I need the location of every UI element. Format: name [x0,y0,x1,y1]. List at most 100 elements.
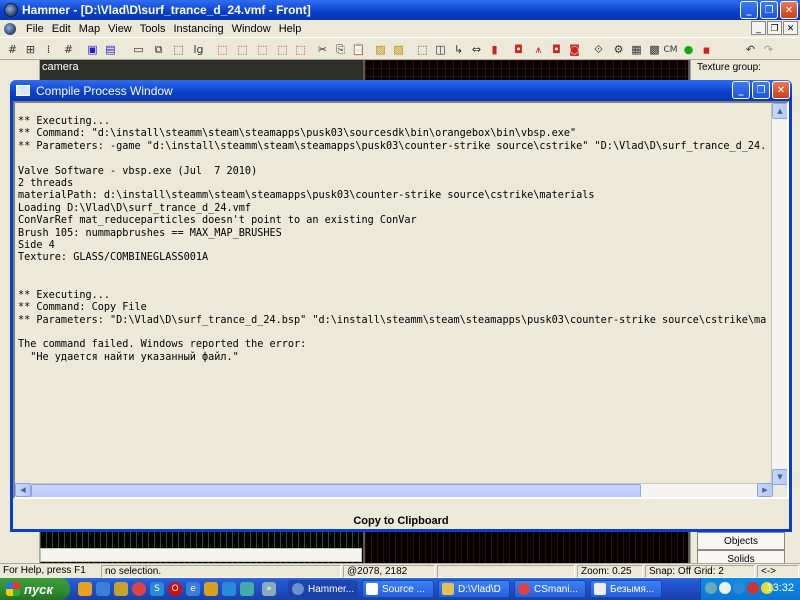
objects-button[interactable]: Objects [697,532,785,550]
copy-to-clipboard-button[interactable]: Copy to Clipboard [13,514,789,529]
grid-larger-icon[interactable]: # [60,41,77,58]
tray-network-icon[interactable] [705,582,717,594]
horizontal-scroll-thumb[interactable] [31,484,641,497]
box-red-1-icon[interactable]: ⬚ [214,41,231,58]
maximize-button[interactable]: ❐ [760,1,778,19]
scroll-right-icon[interactable]: ▶ [757,483,773,497]
task-paint[interactable]: Безымя... [590,580,662,598]
hazard-2-icon[interactable]: ▨ [390,41,407,58]
decal-icon[interactable]: ◙ [566,41,583,58]
task-explorer[interactable]: D:\Vlad\D [438,580,510,598]
vertex-icon[interactable]: ◘ [510,41,527,58]
quicklaunch-more-icon[interactable]: » [262,582,276,596]
menu-map[interactable]: Map [75,23,104,35]
select-icon[interactable]: ⬚ [414,41,431,58]
box-red-3-icon[interactable]: ⬚ [254,41,271,58]
grid-toggle-icon[interactable]: ▦ [628,41,645,58]
hammer-app-icon[interactable] [4,3,18,17]
overlay-icon[interactable]: ◘ [548,41,565,58]
mdi-minimize-button[interactable]: _ [751,21,766,35]
tray-volume-icon[interactable] [719,582,731,594]
grid-dots-icon[interactable]: ⁞ [40,41,57,58]
task-label: D:\Vlad\D [458,583,501,595]
desktop-icon[interactable] [240,582,254,596]
opera-icon[interactable]: O [168,582,182,596]
hide-icon[interactable]: ▭ [130,41,147,58]
menu-window[interactable]: Window [228,23,275,35]
box-red-4-icon[interactable]: ⬚ [274,41,291,58]
red-label-icon[interactable]: ▆ [698,41,715,58]
ungroup-icon[interactable]: ▤ [102,41,119,58]
settings-icon[interactable]: ⚙ [610,41,627,58]
media-icon[interactable] [222,582,236,596]
close-button[interactable]: ✕ [780,1,798,19]
camera-icon[interactable]: ↳ [450,41,467,58]
hazard-1-icon[interactable]: ▨ [372,41,389,58]
start-button[interactable]: пуск [0,578,70,600]
green-blob-icon[interactable]: ● [680,41,697,58]
log-line: Valve Software - vbsp.exe (Jul 7 2010) [18,165,258,177]
scroll-down-icon[interactable]: ▼ [772,469,787,485]
taskbar-clock: 13:32 [766,582,794,594]
menu-instancing[interactable]: Instancing [169,23,227,35]
start-label: пуск [24,581,53,597]
cm-icon[interactable]: CM [662,41,679,58]
magnify-icon[interactable]: ◫ [432,41,449,58]
skype-icon[interactable]: S [150,582,164,596]
task-hammer[interactable]: Hammer... [288,580,358,598]
mdi-restore-button[interactable]: ❐ [767,21,782,35]
minimize-button[interactable]: _ [740,1,758,19]
map-icon[interactable]: ▩ [646,41,663,58]
carve-icon[interactable]: ⧉ [150,41,167,58]
quicklaunch-1-icon[interactable] [78,582,92,596]
menu-file[interactable]: File [22,23,48,35]
chrome-icon[interactable] [132,582,146,596]
compile-maximize-button[interactable]: ❐ [752,81,770,99]
tray-skype-icon[interactable] [733,582,745,594]
texture-lock-icon[interactable]: lg [190,41,207,58]
box-red-2-icon[interactable]: ⬚ [234,41,251,58]
camera-view-label[interactable]: camera [42,61,79,73]
menu-view[interactable]: View [104,23,136,35]
grid-icon[interactable]: # [4,41,21,58]
log-line: 2 threads [18,178,74,190]
bottom-right-viewport[interactable] [365,529,688,563]
folder-icon[interactable] [204,582,218,596]
entity-icon[interactable]: ▮ [486,41,503,58]
box-red-5-icon[interactable]: ⬚ [292,41,309,58]
quicklaunch-2-icon[interactable] [96,582,110,596]
undo-icon[interactable]: ↶ [742,41,759,58]
menu-tools[interactable]: Tools [136,23,170,35]
texture-group-label: Texture group: [697,62,761,73]
viewport-horizontal-scrollbar[interactable] [40,548,362,562]
group-icon[interactable]: ▣ [84,41,101,58]
task-browser[interactable]: CSmani... [514,580,586,598]
copy-icon[interactable]: ⎘ [332,41,349,58]
compile-close-button[interactable]: ✕ [772,81,790,99]
face-icon[interactable]: ⬚ [170,41,187,58]
menu-edit[interactable]: Edit [48,23,75,35]
redo-icon[interactable]: ↷ [760,41,777,58]
flip-icon[interactable]: ⇔ [468,41,485,58]
status-snap: Snap: Off Grid: 2 [645,565,755,578]
compile-process-window: Compile Process Window _ ❐ ✕ ** Executin… [10,80,792,532]
grid-smaller-icon[interactable]: ⊞ [22,41,39,58]
compile-minimize-button[interactable]: _ [732,81,750,99]
menu-help[interactable]: Help [275,23,306,35]
ie-icon[interactable]: e [186,582,200,596]
run-map-icon[interactable]: ⟐ [590,41,607,58]
tray-antivirus-icon[interactable] [747,582,759,594]
scroll-up-icon[interactable]: ▲ [772,103,787,119]
log-horizontal-scrollbar[interactable]: ◀ ▶ [15,483,773,497]
document-icon[interactable] [4,22,16,35]
app-titlebar: Hammer - [D:\Vlad\D\surf_trance_d_24.vmf… [0,0,800,20]
cut-icon[interactable]: ✂ [314,41,331,58]
compile-log[interactable]: ** Executing... ** Command: "d:\install\s… [13,101,789,499]
paste-icon[interactable]: 📋 [350,41,367,58]
scroll-left-icon[interactable]: ◀ [15,483,31,497]
path-icon[interactable]: ⩚ [530,41,547,58]
task-source[interactable]: Source ... [362,580,434,598]
log-vertical-scrollbar[interactable]: ▲ ▼ [771,103,787,485]
butterfly-icon[interactable] [114,582,128,596]
mdi-close-button[interactable]: ✕ [783,21,798,35]
